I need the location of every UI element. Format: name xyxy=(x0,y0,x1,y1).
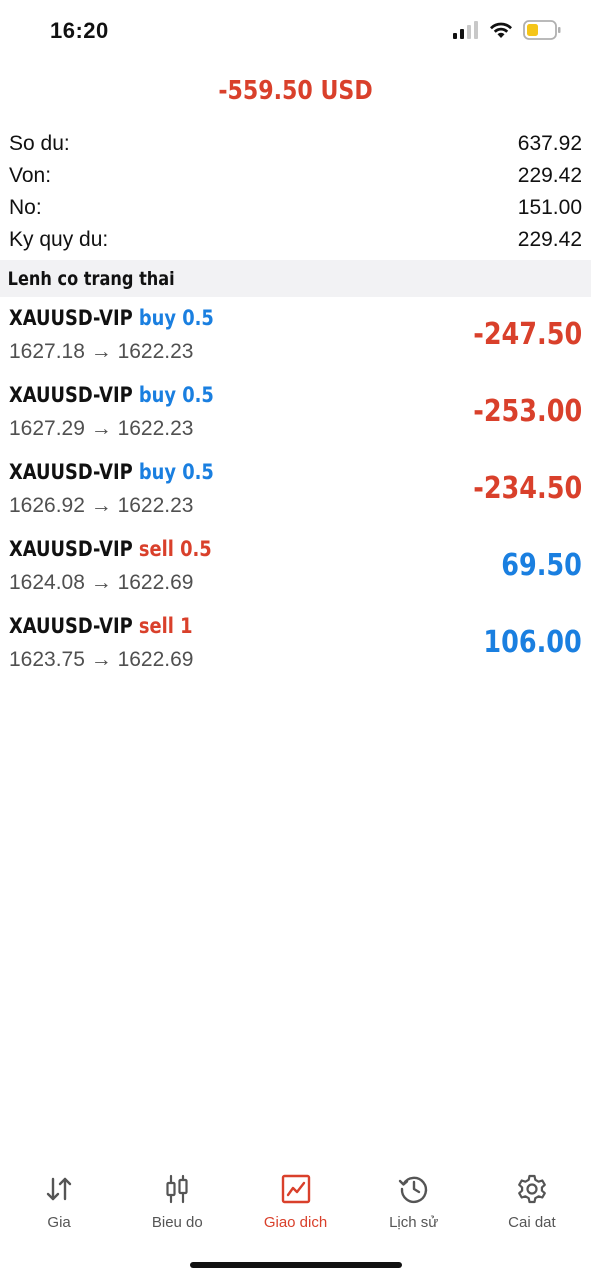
tab-label: Gia xyxy=(47,1214,71,1231)
tab-label: Bieu do xyxy=(151,1214,203,1231)
order-profit: -247.50 xyxy=(473,317,582,352)
bottom-tab-bar: Gia Bieu do Giao dich Lịch sử Cai dat xyxy=(0,1160,591,1240)
order-prices: 1624.08 → 1622.69 xyxy=(9,571,194,594)
order-symbol: XAUUSD-VIP xyxy=(9,537,133,561)
tab-label: Cai dat xyxy=(508,1214,556,1231)
status-time: 16:20 xyxy=(50,18,109,43)
summary-value: 229.42 xyxy=(517,228,582,251)
tab-quotes[interactable]: Gia xyxy=(0,1160,118,1240)
summary-value: 637.92 xyxy=(517,132,582,155)
summary-row-margin: No: 151.00 xyxy=(0,192,591,224)
open-orders-header: Lenh co trang thai xyxy=(0,260,591,297)
candlestick-icon xyxy=(160,1172,194,1206)
summary-row-equity: Von: 229.42 xyxy=(0,160,591,192)
order-prices: 1623.75 → 1622.69 xyxy=(9,648,194,671)
order-title: XAUUSD-VIP sell 1 xyxy=(9,614,192,638)
order-row[interactable]: XAUUSD-VIP sell 0.5 1624.08 → 1622.69 69… xyxy=(0,531,591,608)
account-summary: So du: 637.92 Von: 229.42 No: 151.00 Ky … xyxy=(0,128,591,256)
order-prices: 1627.18 → 1622.23 xyxy=(9,340,194,363)
order-title: XAUUSD-VIP buy 0.5 xyxy=(9,306,214,330)
order-profit: 106.00 xyxy=(483,625,582,660)
summary-value: 229.42 xyxy=(517,164,582,187)
gear-icon xyxy=(515,1172,549,1206)
history-icon xyxy=(397,1172,431,1206)
order-title: XAUUSD-VIP buy 0.5 xyxy=(9,460,214,484)
status-icons xyxy=(453,19,561,45)
order-prices: 1627.29 → 1622.23 xyxy=(9,417,194,440)
tab-chart[interactable]: Bieu do xyxy=(118,1160,236,1240)
order-row[interactable]: XAUUSD-VIP buy 0.5 1627.18 → 1622.23 -24… xyxy=(0,300,591,377)
order-symbol: XAUUSD-VIP xyxy=(9,383,133,407)
summary-label: No: xyxy=(9,196,42,219)
trade-chart-icon xyxy=(279,1172,313,1206)
summary-label: So du: xyxy=(9,132,70,155)
battery-icon xyxy=(523,19,561,45)
order-row[interactable]: XAUUSD-VIP sell 1 1623.75 → 1622.69 106.… xyxy=(0,608,591,685)
order-side: sell 0.5 xyxy=(138,537,212,561)
total-profit: -559.50 USD xyxy=(218,76,373,106)
order-side: buy 0.5 xyxy=(138,306,214,330)
order-prices: 1626.92 → 1622.23 xyxy=(9,494,194,517)
order-row[interactable]: XAUUSD-VIP buy 0.5 1626.92 → 1622.23 -23… xyxy=(0,454,591,531)
summary-value: 151.00 xyxy=(517,196,582,219)
sort-arrows-icon xyxy=(42,1172,76,1206)
order-side: sell 1 xyxy=(138,614,193,638)
tab-label: Lịch sử xyxy=(389,1214,439,1231)
order-symbol: XAUUSD-VIP xyxy=(9,306,133,330)
order-profit: -253.00 xyxy=(473,394,582,429)
order-title: XAUUSD-VIP sell 0.5 xyxy=(9,537,212,561)
tab-history[interactable]: Lịch sử xyxy=(355,1160,473,1240)
section-title: Lenh co trang thai xyxy=(7,267,175,290)
order-symbol: XAUUSD-VIP xyxy=(9,614,133,638)
status-bar: 16:20 xyxy=(0,0,591,64)
home-indicator xyxy=(190,1262,402,1268)
order-title: XAUUSD-VIP buy 0.5 xyxy=(9,383,214,407)
order-profit: 69.50 xyxy=(501,548,582,583)
wifi-icon xyxy=(489,21,513,44)
summary-label: Ky quy du: xyxy=(9,228,109,251)
cellular-signal-icon xyxy=(453,20,479,44)
order-profit: -234.50 xyxy=(473,471,582,506)
tab-settings[interactable]: Cai dat xyxy=(473,1160,591,1240)
order-row[interactable]: XAUUSD-VIP buy 0.5 1627.29 → 1622.23 -25… xyxy=(0,377,591,454)
summary-label: Von: xyxy=(9,164,52,187)
tab-label: Giao dich xyxy=(263,1214,328,1231)
summary-row-balance: So du: 637.92 xyxy=(0,128,591,160)
tab-trade[interactable]: Giao dich xyxy=(236,1160,354,1240)
orders-list: XAUUSD-VIP buy 0.5 1627.18 → 1622.23 -24… xyxy=(0,300,591,685)
order-symbol: XAUUSD-VIP xyxy=(9,460,133,484)
order-side: buy 0.5 xyxy=(138,460,214,484)
summary-row-free-margin: Ky quy du: 229.42 xyxy=(0,224,591,256)
order-side: buy 0.5 xyxy=(138,383,214,407)
